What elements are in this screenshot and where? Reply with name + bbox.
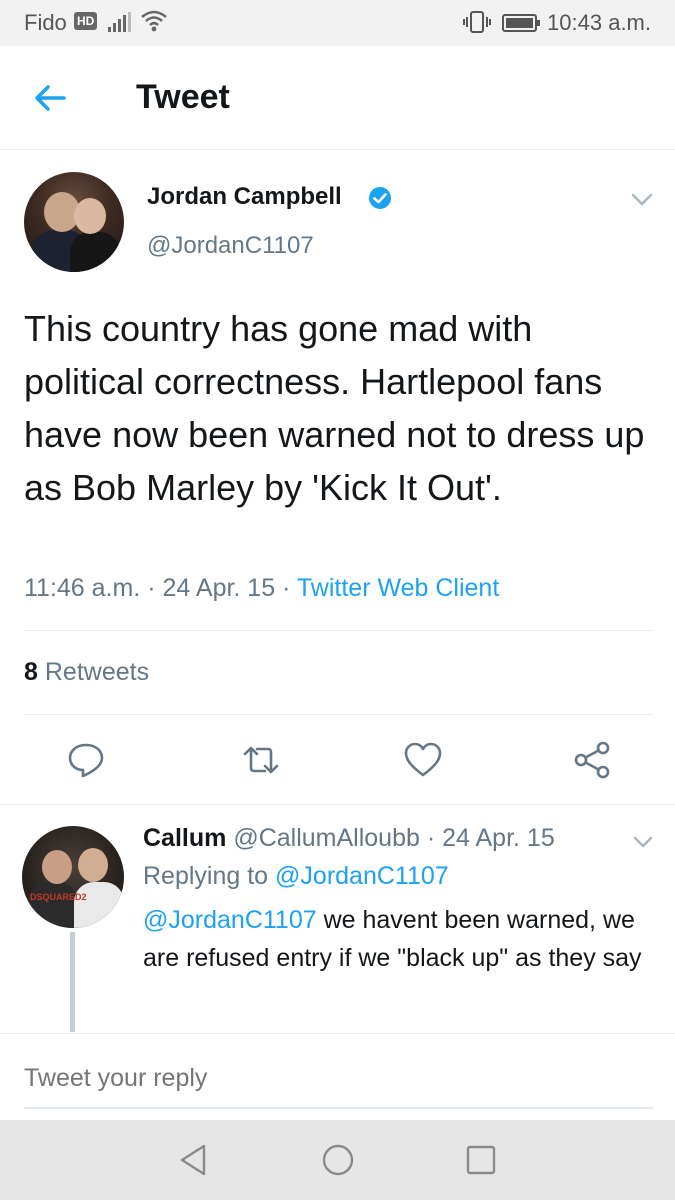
reply-mention-link[interactable]: @JordanC1107	[143, 906, 317, 934]
hd-badge: HD	[74, 12, 98, 30]
verified-badge-icon	[369, 187, 391, 209]
heart-icon[interactable]	[403, 740, 443, 780]
page-title: Tweet	[136, 78, 230, 116]
system-nav-bar	[0, 1120, 675, 1200]
arrow-left-icon[interactable]	[30, 78, 70, 118]
divider	[0, 804, 675, 805]
tweet-text: This country has gone mad with political…	[24, 308, 645, 508]
retweet-count-row[interactable]: 8 Retweets	[24, 658, 149, 687]
chevron-down-icon[interactable]	[631, 193, 653, 207]
divider	[24, 714, 653, 715]
avatar[interactable]	[24, 172, 124, 272]
reply-header: Callum @CallumAlloubb · 24 Apr. 15	[143, 824, 555, 853]
tweet-source-link[interactable]: Twitter Web Client	[297, 574, 499, 602]
reply-author-handle[interactable]: @CallumAlloubb	[233, 824, 420, 852]
meta-separator: ·	[147, 574, 163, 602]
reply-input[interactable]	[24, 1060, 653, 1096]
tweet-time: 11:46 a.m.	[24, 574, 141, 602]
divider	[24, 630, 653, 631]
meta-separator: ·	[282, 574, 297, 602]
battery-icon	[502, 14, 540, 32]
reply-date: 24 Apr. 15	[442, 824, 555, 852]
wifi-icon	[141, 10, 167, 32]
thread-line	[70, 932, 75, 1032]
reply-avatar[interactable]: DSQUARED2	[22, 826, 124, 928]
retweet-icon[interactable]	[241, 740, 281, 780]
nav-home-icon[interactable]	[318, 1142, 358, 1178]
chevron-down-icon[interactable]	[633, 836, 653, 848]
meta-separator: ·	[426, 824, 443, 852]
retweet-count: 8	[24, 658, 38, 686]
replying-to: Replying to @JordanC1107	[143, 862, 449, 891]
status-bar: Fido HD 10:43 a.m.	[0, 0, 675, 46]
carrier-label: Fido	[24, 10, 67, 35]
divider	[24, 1107, 653, 1109]
nav-back-icon[interactable]	[174, 1142, 214, 1178]
clock: 10:43 a.m.	[547, 10, 651, 35]
vibrate-icon	[463, 11, 491, 33]
share-icon[interactable]	[572, 740, 612, 780]
tweet-date: 24 Apr. 15	[162, 574, 276, 602]
replying-to-link[interactable]: @JordanC1107	[275, 862, 449, 890]
nav-recents-icon[interactable]	[460, 1142, 500, 1178]
reply-author-name[interactable]: Callum	[143, 824, 226, 852]
divider	[0, 1033, 675, 1034]
author-handle[interactable]: @JordanC1107	[147, 232, 314, 260]
reply-text: @JordanC1107 we havent been warned, we a…	[143, 901, 658, 977]
app-bar: Tweet	[0, 46, 675, 150]
retweet-count-label: Retweets	[44, 658, 150, 686]
tweet-meta: 11:46 a.m. · 24 Apr. 15 · Twitter Web Cl…	[24, 574, 499, 603]
replying-to-label: Replying to	[143, 862, 269, 890]
signal-icon	[108, 12, 131, 32]
reply-icon[interactable]	[66, 740, 106, 780]
author-name[interactable]: Jordan Campbell	[147, 183, 342, 211]
